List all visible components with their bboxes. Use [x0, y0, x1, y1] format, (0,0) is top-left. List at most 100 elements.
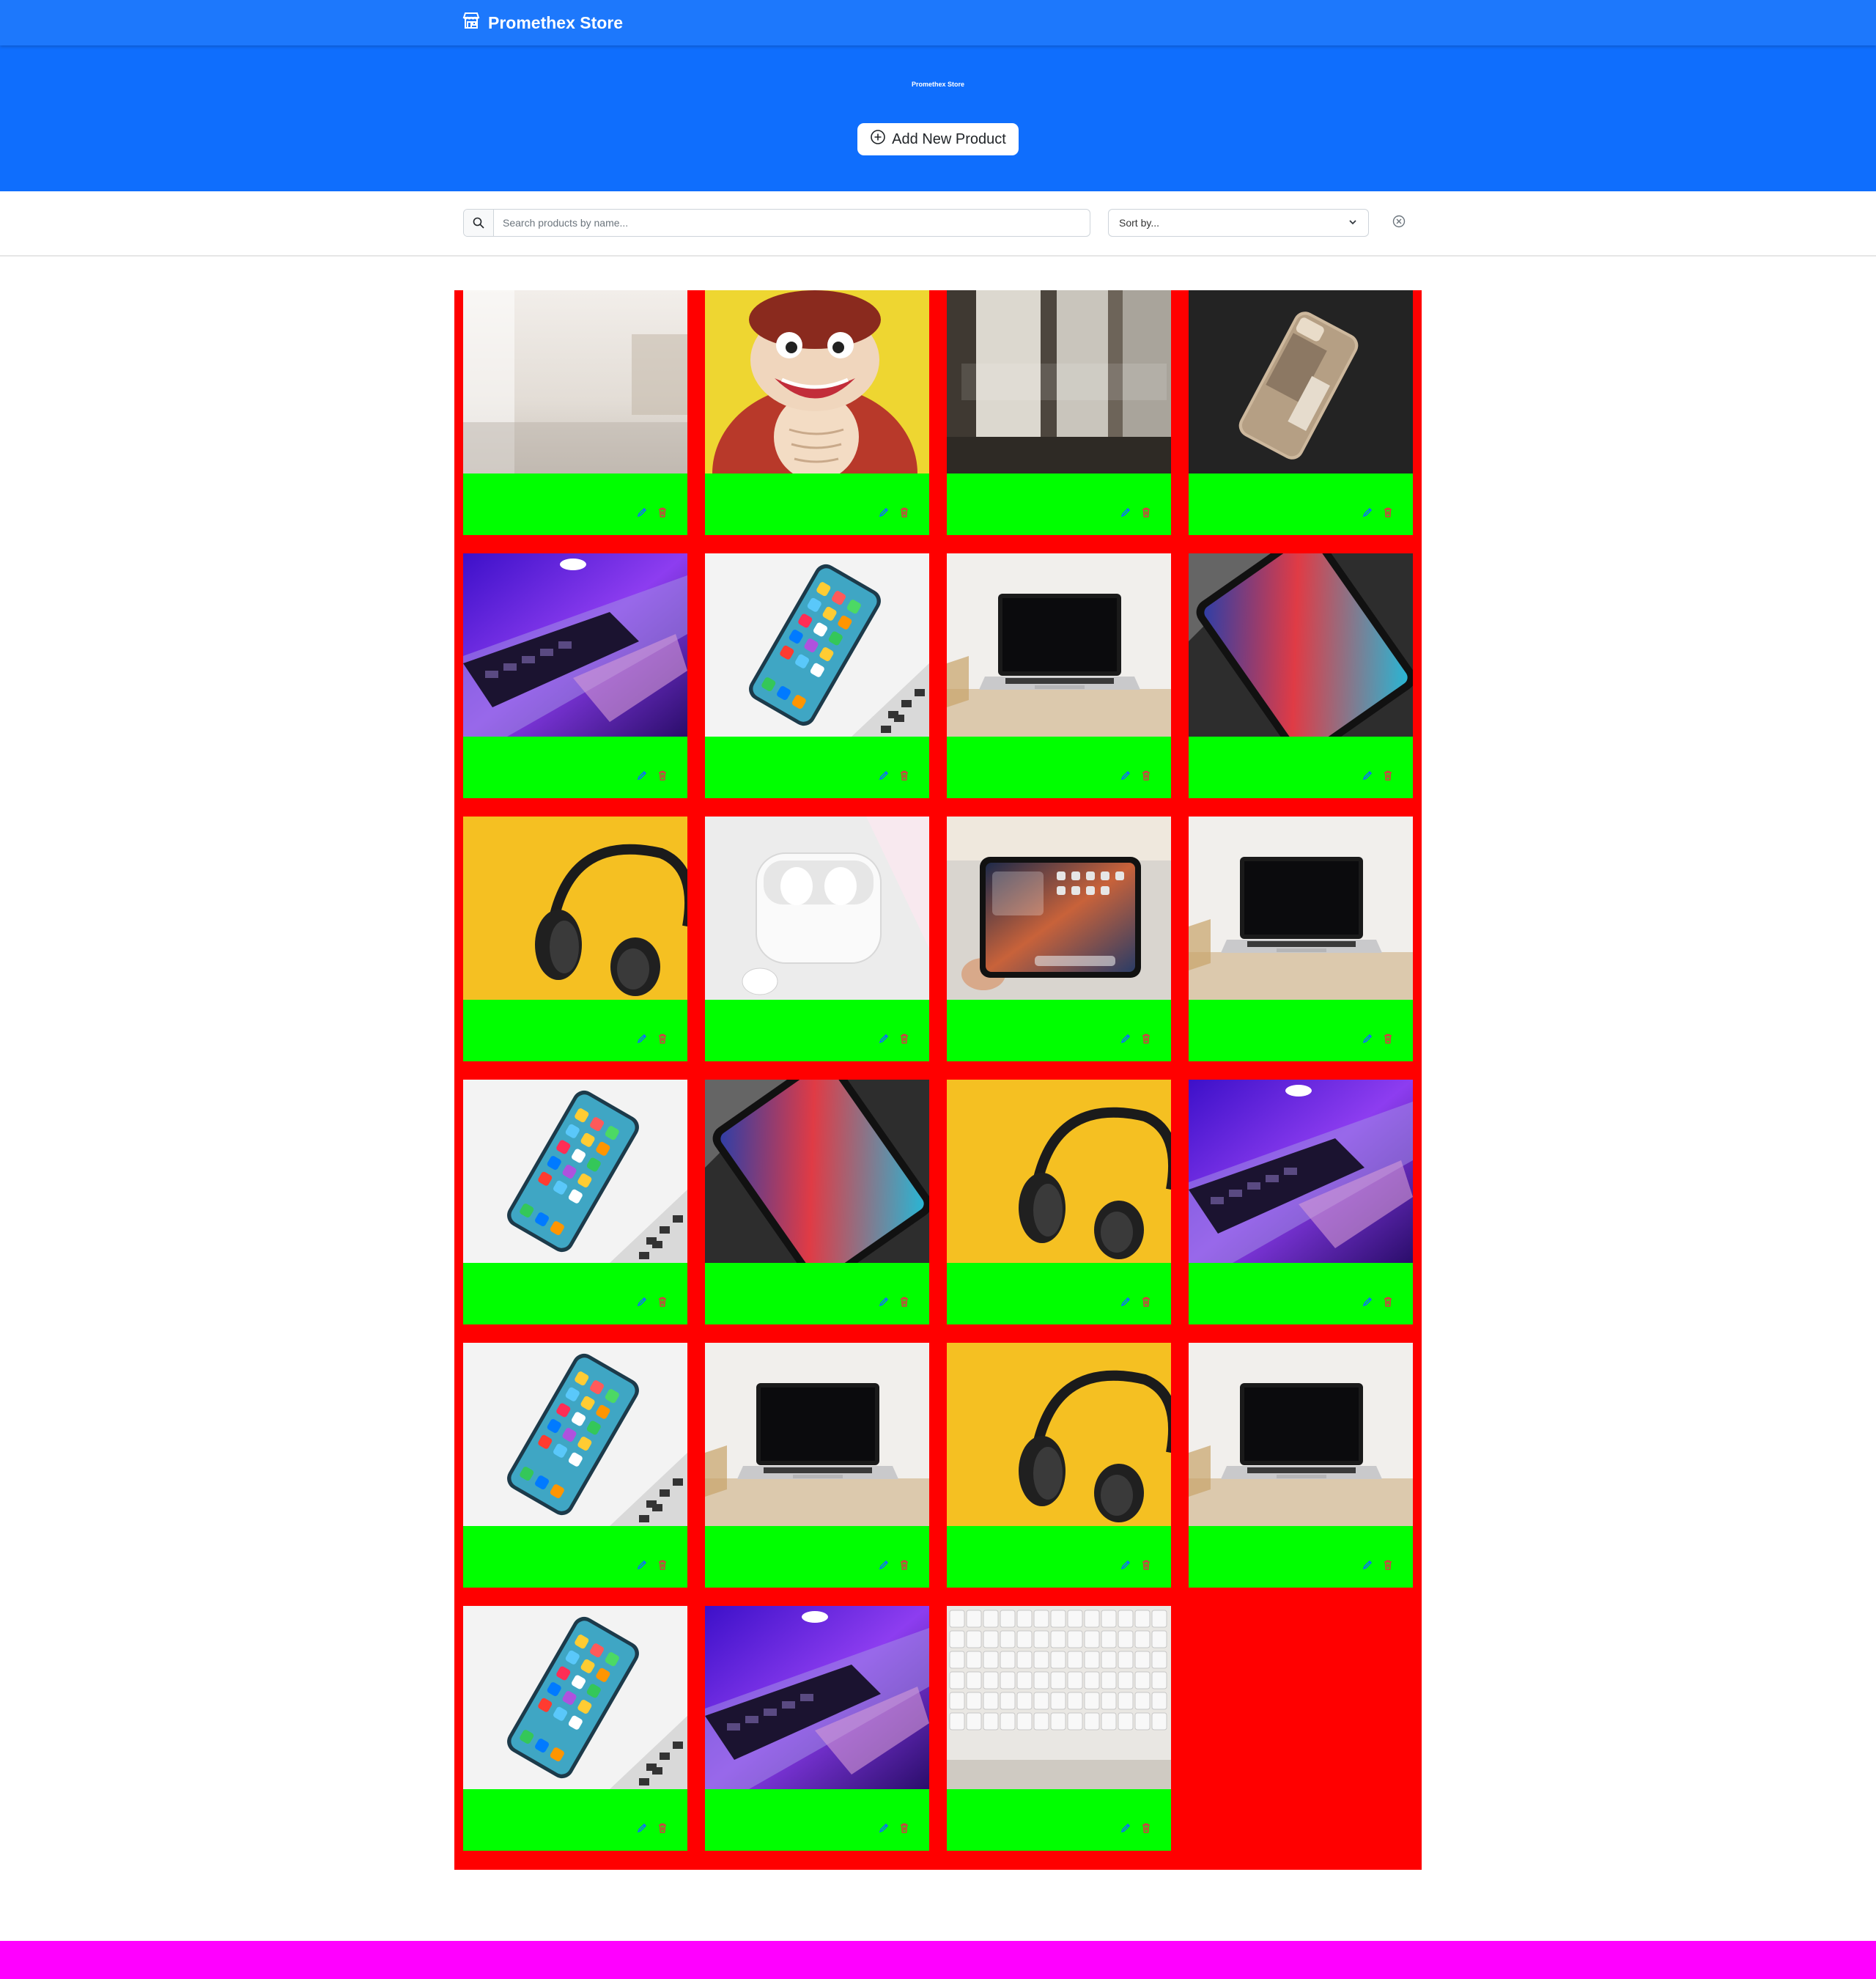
product-image[interactable]	[1189, 1080, 1413, 1263]
product-image[interactable]	[463, 553, 687, 737]
edit-icon[interactable]	[1362, 1559, 1373, 1571]
product-card[interactable]	[947, 1343, 1171, 1588]
trash-icon[interactable]	[657, 506, 668, 518]
product-image[interactable]	[947, 1080, 1171, 1263]
trash-icon[interactable]	[657, 1296, 668, 1308]
edit-icon[interactable]	[878, 506, 890, 518]
edit-icon[interactable]	[636, 1296, 648, 1308]
trash-icon[interactable]	[657, 1033, 668, 1044]
product-card[interactable]	[463, 1080, 687, 1324]
trash-icon[interactable]	[898, 770, 910, 781]
product-card[interactable]	[705, 817, 929, 1061]
product-image[interactable]	[1189, 817, 1413, 1000]
trash-icon[interactable]	[1140, 1822, 1152, 1834]
product-image[interactable]	[705, 290, 929, 473]
product-image[interactable]	[705, 1080, 929, 1263]
product-card[interactable]	[947, 817, 1171, 1061]
product-image[interactable]	[463, 1606, 687, 1789]
trash-icon[interactable]	[1382, 1033, 1394, 1044]
edit-icon[interactable]	[1362, 770, 1373, 781]
product-image[interactable]	[947, 553, 1171, 737]
product-image[interactable]	[705, 1606, 929, 1789]
edit-icon[interactable]	[636, 1559, 648, 1571]
edit-icon[interactable]	[1362, 1033, 1373, 1044]
edit-icon[interactable]	[1120, 1822, 1131, 1834]
product-card-body	[947, 1000, 1171, 1061]
edit-icon[interactable]	[636, 1822, 648, 1834]
trash-icon[interactable]	[1140, 770, 1152, 781]
product-image[interactable]	[463, 1080, 687, 1263]
product-card[interactable]	[947, 290, 1171, 535]
product-card[interactable]	[705, 1606, 929, 1851]
edit-icon[interactable]	[1120, 770, 1131, 781]
product-image[interactable]	[947, 1606, 1171, 1789]
product-image[interactable]	[463, 290, 687, 473]
edit-icon[interactable]	[1120, 1296, 1131, 1308]
product-image[interactable]	[947, 290, 1171, 473]
trash-icon[interactable]	[1382, 770, 1394, 781]
trash-icon[interactable]	[657, 770, 668, 781]
add-product-button[interactable]: Add New Product	[857, 123, 1019, 155]
trash-icon[interactable]	[1382, 1559, 1394, 1571]
product-image[interactable]	[705, 553, 929, 737]
trash-icon[interactable]	[657, 1559, 668, 1571]
trash-icon[interactable]	[898, 1033, 910, 1044]
product-card[interactable]	[705, 290, 929, 535]
search-input[interactable]	[494, 210, 1090, 236]
trash-icon[interactable]	[898, 506, 910, 518]
trash-icon[interactable]	[1140, 1033, 1152, 1044]
trash-icon[interactable]	[657, 1822, 668, 1834]
edit-icon[interactable]	[1120, 1033, 1131, 1044]
trash-icon[interactable]	[898, 1822, 910, 1834]
product-image[interactable]	[705, 1343, 929, 1526]
product-image[interactable]	[1189, 290, 1413, 473]
product-image[interactable]	[705, 817, 929, 1000]
product-card[interactable]	[1189, 817, 1413, 1061]
product-card[interactable]	[947, 1606, 1171, 1851]
navbar: Promethex Store	[0, 0, 1876, 45]
product-card[interactable]	[1189, 1343, 1413, 1588]
trash-icon[interactable]	[898, 1559, 910, 1571]
brand-link[interactable]: Promethex Store	[462, 9, 623, 37]
sort-select[interactable]: Sort by...	[1108, 209, 1369, 237]
product-card[interactable]	[463, 1606, 687, 1851]
product-card[interactable]	[947, 553, 1171, 798]
edit-icon[interactable]	[878, 770, 890, 781]
trash-icon[interactable]	[1382, 506, 1394, 518]
product-card[interactable]	[705, 1343, 929, 1588]
product-card-body	[463, 473, 687, 535]
edit-icon[interactable]	[878, 1559, 890, 1571]
edit-icon[interactable]	[636, 770, 648, 781]
product-image[interactable]	[1189, 553, 1413, 737]
trash-icon[interactable]	[1140, 1559, 1152, 1571]
product-card[interactable]	[705, 553, 929, 798]
product-card[interactable]	[463, 290, 687, 535]
product-card[interactable]	[705, 1080, 929, 1324]
edit-icon[interactable]	[1362, 1296, 1373, 1308]
edit-icon[interactable]	[636, 1033, 648, 1044]
edit-icon[interactable]	[878, 1296, 890, 1308]
product-image[interactable]	[947, 1343, 1171, 1526]
edit-icon[interactable]	[1120, 506, 1131, 518]
product-card[interactable]	[1189, 290, 1413, 535]
trash-icon[interactable]	[1140, 1296, 1152, 1308]
edit-icon[interactable]	[878, 1822, 890, 1834]
product-card[interactable]	[463, 1343, 687, 1588]
clear-filters-button[interactable]	[1391, 215, 1407, 231]
product-card[interactable]	[1189, 553, 1413, 798]
edit-icon[interactable]	[1362, 506, 1373, 518]
edit-icon[interactable]	[878, 1033, 890, 1044]
trash-icon[interactable]	[1382, 1296, 1394, 1308]
product-image[interactable]	[1189, 1343, 1413, 1526]
product-card[interactable]	[947, 1080, 1171, 1324]
product-card[interactable]	[1189, 1080, 1413, 1324]
product-image[interactable]	[463, 817, 687, 1000]
product-card[interactable]	[463, 817, 687, 1061]
product-image[interactable]	[947, 817, 1171, 1000]
trash-icon[interactable]	[1140, 506, 1152, 518]
product-image[interactable]	[463, 1343, 687, 1526]
edit-icon[interactable]	[1120, 1559, 1131, 1571]
product-card[interactable]	[463, 553, 687, 798]
trash-icon[interactable]	[898, 1296, 910, 1308]
edit-icon[interactable]	[636, 506, 648, 518]
